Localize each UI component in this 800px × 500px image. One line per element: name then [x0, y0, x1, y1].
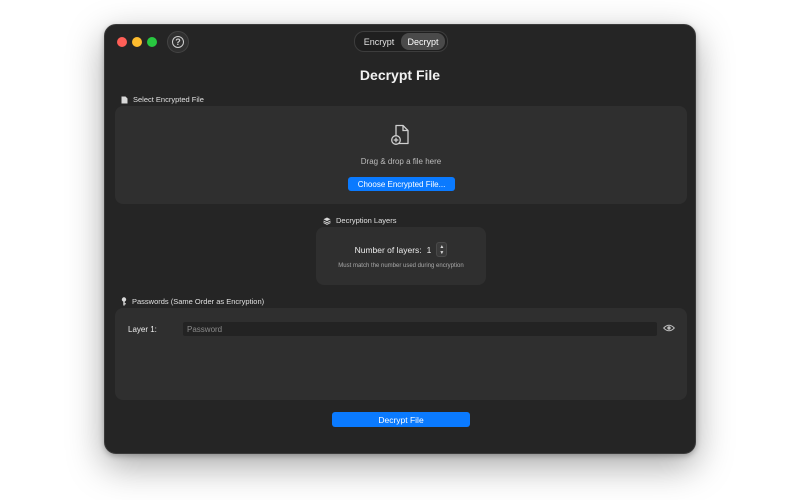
chevron-down-icon[interactable]: ▼ [439, 250, 444, 256]
file-drop-zone[interactable]: Drag & drop a file here Choose Encrypted… [115, 106, 687, 204]
layer-1-password-field[interactable] [183, 322, 657, 336]
layers-section-header: Decryption Layers [323, 216, 396, 225]
eye-icon[interactable] [663, 324, 675, 332]
title-bar: ? Encrypt Decrypt [105, 25, 695, 59]
layers-section-label: Decryption Layers [336, 216, 397, 225]
mode-segmented-control: Encrypt Decrypt [354, 31, 448, 52]
app-window: ? Encrypt Decrypt Decrypt File Select En… [104, 24, 696, 454]
choose-file-button[interactable]: Choose Encrypted File... [348, 177, 455, 191]
passwords-section-label: Passwords (Same Order as Encryption) [132, 297, 265, 306]
document-icon [121, 96, 128, 103]
tab-encrypt[interactable]: Encrypt [357, 33, 401, 50]
layers-panel: Number of layers: 1 ▲ ▼ Must match the n… [316, 227, 486, 285]
file-section-header: Select Encrypted File [121, 95, 204, 104]
zoom-window-button[interactable] [147, 37, 157, 47]
question-circle-icon: ? [172, 36, 184, 48]
page-title: Decrypt File [359, 67, 441, 83]
close-window-button[interactable] [117, 37, 127, 47]
layers-count-value: 1 [426, 244, 432, 255]
help-button[interactable]: ? [167, 31, 189, 53]
layers-stepper[interactable]: ▲ ▼ [436, 242, 448, 257]
decrypt-file-button[interactable]: Decrypt File [332, 412, 470, 427]
passwords-panel: Layer 1: [115, 308, 687, 400]
passwords-section-header: Passwords (Same Order as Encryption) [121, 297, 264, 306]
layers-count-row: Number of layers: 1 ▲ ▼ [316, 242, 486, 257]
file-section-label: Select Encrypted File [133, 95, 204, 104]
key-icon [121, 297, 127, 306]
drop-hint-text: Drag & drop a file here [360, 157, 442, 166]
minimize-window-button[interactable] [132, 37, 142, 47]
tab-decrypt[interactable]: Decrypt [401, 33, 445, 50]
layers-count-label: Number of layers: [354, 244, 422, 255]
stack-icon [323, 217, 331, 225]
layer-1-label: Layer 1: [128, 325, 157, 334]
document-add-icon [391, 124, 409, 145]
layers-hint-text: Must match the number used during encryp… [338, 263, 464, 269]
